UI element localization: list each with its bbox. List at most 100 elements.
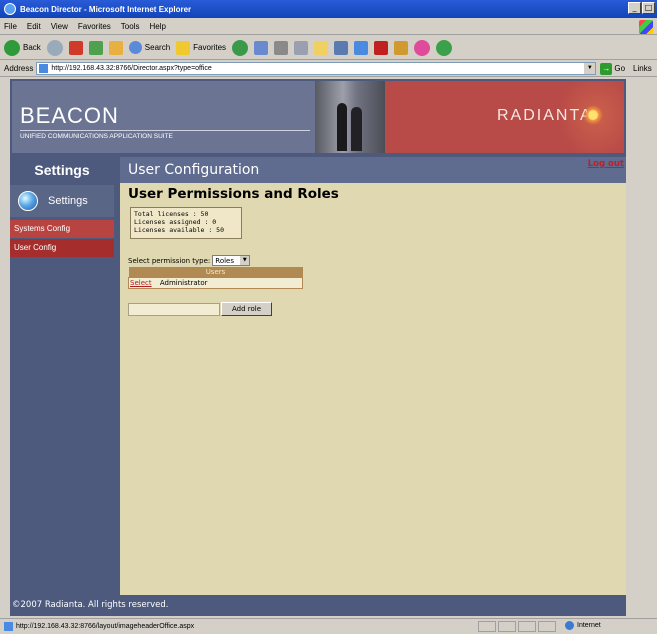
beacon-logo: BEACON UNIFIED COMMUNICATIONS APPLICATIO… bbox=[12, 81, 315, 153]
status-url: http://192.168.43.32:8766/layout/imagehe… bbox=[16, 623, 195, 630]
stop-icon[interactable] bbox=[68, 40, 83, 55]
forward-arrow-icon bbox=[46, 39, 63, 56]
network-icon[interactable] bbox=[436, 39, 453, 56]
toolbar: Back Search Favorites bbox=[0, 36, 657, 60]
address-url: http://192.168.43.32:8766/Director.aspx?… bbox=[51, 65, 212, 72]
status-pane bbox=[498, 621, 516, 632]
status-pane bbox=[518, 621, 536, 632]
messenger-icon[interactable] bbox=[354, 40, 369, 55]
go-arrow-icon: → bbox=[600, 62, 613, 75]
status-panes bbox=[478, 621, 556, 632]
settings-title: Settings bbox=[34, 162, 90, 178]
windows-logo-icon bbox=[639, 20, 653, 34]
ie-logo-icon bbox=[4, 3, 16, 15]
menu-edit[interactable]: Edit bbox=[27, 22, 41, 31]
page-heading-text: User Configuration bbox=[128, 162, 260, 178]
go-label: Go bbox=[614, 64, 626, 73]
footer: ©2007 Radianta. All rights reserved. bbox=[10, 595, 626, 616]
address-input[interactable]: http://192.168.43.32:8766/Director.aspx?… bbox=[36, 62, 597, 75]
header-banner: BEACON UNIFIED COMMUNICATIONS APPLICATIO… bbox=[10, 79, 626, 155]
total-licenses: Total licenses : 50 bbox=[134, 210, 209, 218]
banner-photo bbox=[315, 81, 385, 153]
folder-icon[interactable] bbox=[314, 40, 329, 55]
menu-bar: File Edit View Favorites Tools Help bbox=[0, 19, 657, 35]
brand-tagline: UNIFIED COMMUNICATIONS APPLICATION SUITE bbox=[20, 130, 310, 140]
search-button[interactable]: Search bbox=[128, 41, 171, 54]
print-icon[interactable] bbox=[274, 40, 289, 55]
back-arrow-icon bbox=[4, 39, 20, 56]
sidebar: Settings Systems Config User Config bbox=[10, 183, 120, 593]
page-heading: User Configuration Log out bbox=[120, 157, 626, 183]
sidebar-item-systems-config[interactable]: Systems Config bbox=[10, 220, 114, 238]
person-silhouette bbox=[337, 103, 347, 151]
partner-name: RADIANTA bbox=[497, 107, 593, 124]
sidebar-settings[interactable]: Settings bbox=[10, 185, 114, 217]
yahoo-icon[interactable] bbox=[374, 40, 389, 55]
window-title: Beacon Director - Microsoft Internet Exp… bbox=[20, 4, 192, 14]
go-button[interactable]: → Go bbox=[600, 62, 626, 75]
page-icon bbox=[4, 622, 13, 631]
page-icon bbox=[39, 64, 49, 73]
sidebar-settings-label: Settings bbox=[48, 195, 88, 207]
security-zone: Internet bbox=[565, 621, 601, 630]
permission-type-value: Roles bbox=[215, 256, 235, 265]
back-button[interactable]: Back bbox=[4, 39, 41, 56]
page-viewport: BEACON UNIFIED COMMUNICATIONS APPLICATIO… bbox=[10, 79, 626, 616]
back-label: Back bbox=[23, 43, 41, 52]
mail-icon[interactable] bbox=[254, 40, 269, 55]
chevron-down-icon: ▼ bbox=[240, 256, 250, 265]
zone-label: Internet bbox=[577, 622, 601, 629]
minimize-button[interactable]: _ bbox=[628, 2, 641, 14]
window-side-area bbox=[626, 79, 657, 616]
edit-icon[interactable] bbox=[294, 40, 309, 55]
licenses-assigned: Licenses assigned : 0 bbox=[134, 218, 217, 226]
menu-help[interactable]: Help bbox=[149, 22, 165, 31]
status-pane bbox=[478, 621, 496, 632]
research-icon[interactable] bbox=[334, 40, 349, 55]
forward-button[interactable] bbox=[46, 39, 63, 56]
table-header-row: Users bbox=[128, 267, 303, 277]
licenses-available: Licenses available : 50 bbox=[134, 226, 225, 234]
role-name: Administrator bbox=[159, 278, 208, 287]
permission-type-label: Select permission type: bbox=[128, 256, 211, 265]
roles-table: Users Select Administrator bbox=[128, 267, 303, 289]
refresh-icon[interactable] bbox=[88, 40, 103, 55]
add-role-button[interactable]: Add role bbox=[221, 302, 272, 316]
users-column-header: Users bbox=[128, 267, 303, 277]
window-controls: _ □ bbox=[628, 2, 655, 14]
window-title-bar: Beacon Director - Microsoft Internet Exp… bbox=[0, 0, 657, 18]
menu-view[interactable]: View bbox=[51, 22, 68, 31]
menu-file[interactable]: File bbox=[4, 22, 17, 31]
page-title: User Permissions and Roles bbox=[128, 186, 339, 202]
permission-type-select[interactable]: Roles ▼ bbox=[212, 255, 251, 266]
address-dropdown-icon[interactable]: ▼ bbox=[584, 63, 596, 74]
addon-icon[interactable] bbox=[414, 39, 431, 56]
home-icon[interactable] bbox=[108, 40, 123, 55]
favorites-button[interactable]: Favorites bbox=[176, 40, 227, 55]
select-link[interactable]: Select bbox=[130, 279, 152, 287]
status-bar: http://192.168.43.32:8766/layout/imagehe… bbox=[0, 618, 657, 634]
logout-link[interactable]: Log out bbox=[588, 158, 624, 170]
person-silhouette bbox=[351, 107, 362, 151]
sun-icon bbox=[583, 105, 603, 125]
history-icon[interactable] bbox=[232, 39, 249, 56]
main-content: User Permissions and Roles Total license… bbox=[120, 183, 626, 595]
brand-name: BEACON bbox=[20, 103, 119, 128]
sidebar-item-user-config[interactable]: User Config bbox=[10, 239, 114, 257]
role-name-input[interactable] bbox=[128, 303, 220, 316]
bookmark-icon[interactable] bbox=[394, 40, 409, 55]
maximize-button[interactable]: □ bbox=[642, 2, 655, 14]
license-summary: Total licenses : 50 Licenses assigned : … bbox=[130, 207, 242, 239]
favorites-label: Favorites bbox=[193, 43, 227, 52]
search-label: Search bbox=[144, 43, 171, 52]
star-icon bbox=[176, 40, 191, 55]
radianta-logo: RADIANTA bbox=[385, 81, 624, 153]
status-pane bbox=[538, 621, 556, 632]
table-row: Select Administrator bbox=[128, 276, 303, 289]
menu-tools[interactable]: Tools bbox=[121, 22, 140, 31]
search-icon bbox=[128, 41, 142, 54]
internet-globe-icon bbox=[565, 621, 574, 630]
links-button[interactable]: Links bbox=[633, 64, 652, 73]
menu-favorites[interactable]: Favorites bbox=[78, 22, 111, 31]
permission-type-row: Select permission type: Roles ▼ bbox=[128, 255, 251, 266]
